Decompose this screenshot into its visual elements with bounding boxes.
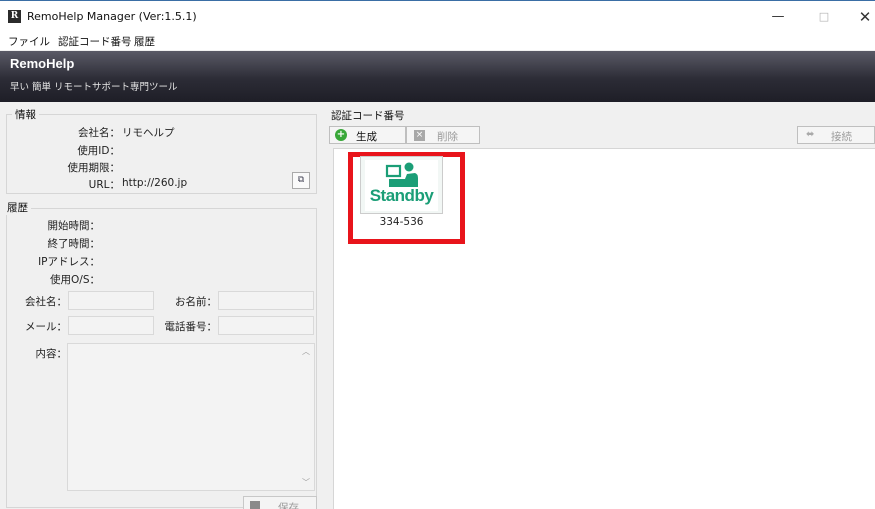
auth-code-number: 334-536 [379,216,424,228]
save-button[interactable]: 保存 [243,496,317,509]
history-start-label: 開始時間： [47,220,101,232]
delete-label: 削除 [437,131,458,143]
auth-code-title: 認証コード番号 [331,110,405,122]
phone-input[interactable] [218,316,314,335]
history-ip-label: IPアドレス： [38,256,100,268]
content-textarea[interactable]: ︿ ﹀ [67,343,315,491]
info-company-label: 会社名： [78,127,120,139]
history-end-label: 終了時間： [47,238,101,250]
standby-card[interactable]: Standby [360,156,443,214]
menu-bar: ファイル 認証コード番号 履歴 [0,32,875,50]
standby-status: Standby [369,186,434,205]
right-pane: 認証コード番号 + 生成 × 削除 ⬌ 接続 Standby 334-536 [325,102,875,509]
info-expiry-label: 使用期限： [67,162,121,174]
brand-banner: RemoHelp 早い 簡単 リモートサポート専門ツール [0,51,875,102]
scroll-up-icon[interactable]: ︿ [302,346,310,357]
app-logo-icon: R [8,10,21,23]
x-box-icon: × [414,130,425,141]
connect-button[interactable]: ⬌ 接続 [797,126,875,144]
copy-icon: ⧉ [297,175,305,185]
history-mail-label: メール： [25,321,67,333]
brand-name: RemoHelp [10,56,75,71]
info-url-label: URL： [88,179,120,191]
history-company-label: 会社名： [25,296,67,308]
menu-history[interactable]: 履歴 [134,34,155,49]
highlight-frame: Standby 334-536 [348,152,465,244]
info-use-id-label: 使用ID： [77,145,120,157]
floppy-icon [250,501,260,509]
company-input[interactable] [68,291,154,310]
left-pane: 情報 会社名： リモヘルプ 使用ID： 使用期限： URL： http://26… [0,102,325,509]
standby-tile: Standby [365,160,438,211]
window-title: RemoHelp Manager (Ver:1.5.1) [27,10,197,23]
info-url-value[interactable]: http://260.jp [122,177,187,189]
title-bar: R RemoHelp Manager (Ver:1.5.1) — □ ✕ [0,0,875,32]
generate-label: 生成 [356,131,377,143]
menu-auth-code[interactable]: 認証コード番号 [58,34,132,49]
connect-label: 接続 [831,131,852,143]
brand-tagline: 早い 簡単 リモートサポート専門ツール [10,82,178,93]
history-phone-label: 電話番号： [164,321,218,333]
history-title: 履歴 [4,200,31,215]
copy-url-button[interactable]: ⧉ [292,172,310,189]
generate-button[interactable]: + 生成 [329,126,406,144]
scroll-down-icon[interactable]: ﹀ [302,477,310,488]
mail-input[interactable] [68,316,154,335]
history-content-label: 内容： [35,348,68,360]
auth-code-list: Standby 334-536 [333,148,875,509]
plus-circle-icon: + [335,129,347,141]
code-toolbar: + 生成 × 削除 ⬌ 接続 [329,124,875,146]
maximize-button[interactable]: □ [804,5,844,29]
info-company-value: リモヘルプ [122,127,175,139]
person-at-computer-icon [385,162,418,187]
close-button[interactable]: ✕ [845,5,875,29]
history-name-label: お名前： [175,296,217,308]
history-os-label: 使用O/S： [50,274,100,286]
double-arrow-icon: ⬌ [806,129,815,140]
menu-file[interactable]: ファイル [8,34,50,49]
delete-button[interactable]: × 削除 [406,126,480,144]
save-label: 保存 [278,502,299,509]
name-input[interactable] [218,291,314,310]
info-title: 情報 [12,107,39,122]
minimize-button[interactable]: — [758,5,798,29]
